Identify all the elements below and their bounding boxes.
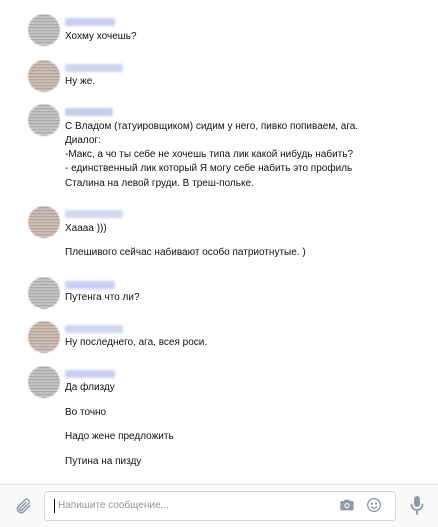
smile-icon[interactable] <box>366 497 382 513</box>
message-input-placeholder: Напишите сообщение... <box>58 500 169 511</box>
message-text: Плешивого сейчас набивают особо патриотн… <box>65 247 306 258</box>
avatar[interactable] <box>28 206 60 238</box>
message-text: -Макс, а чо ты себе не хочешь типа лик к… <box>65 149 354 160</box>
message-text: Да флизду <box>65 382 115 393</box>
message-composer: Напишите сообщение... <box>0 485 438 527</box>
microphone-icon[interactable] <box>410 495 424 515</box>
text-cursor <box>54 499 55 513</box>
message-text: Хаааа ))) <box>65 223 107 234</box>
avatar[interactable] <box>28 277 60 309</box>
avatar[interactable] <box>28 60 60 92</box>
sender-name-blurred[interactable] <box>65 64 123 72</box>
sender-name-blurred[interactable] <box>65 325 123 333</box>
paperclip-icon[interactable] <box>14 497 32 515</box>
sender-name-blurred[interactable] <box>65 108 113 116</box>
message-text: Путина на пизду <box>65 456 142 467</box>
sender-name-blurred[interactable] <box>65 18 115 26</box>
avatar[interactable] <box>28 104 60 136</box>
message-text: Хохму хочешь? <box>65 31 137 42</box>
camera-icon[interactable] <box>339 497 355 513</box>
message-text: Сталина на левой груди. В треш-польке. <box>65 178 254 189</box>
message-text: Надо жене предложить <box>65 431 174 442</box>
message-text: Ну последнего, ага, всея роси. <box>65 337 208 348</box>
avatar[interactable] <box>28 366 60 398</box>
message-text: Путенга что ли? <box>65 292 140 303</box>
message-text: - единственный лик который Я могу себе н… <box>65 163 353 174</box>
chat-history: Хохму хочешь? Ну же. С Владом (татуировщ… <box>0 0 436 484</box>
avatar[interactable] <box>28 321 60 353</box>
message-text: Во точно <box>65 407 107 418</box>
avatar[interactable] <box>28 14 60 46</box>
message-text: Диалог: <box>65 135 101 146</box>
message-text: Ну же. <box>65 76 96 87</box>
sender-name-blurred[interactable] <box>65 210 123 218</box>
sender-name-blurred[interactable] <box>65 370 115 378</box>
sender-name-blurred[interactable] <box>65 281 115 289</box>
message-text: С Владом (татуировщиком) сидим у него, п… <box>65 121 359 132</box>
